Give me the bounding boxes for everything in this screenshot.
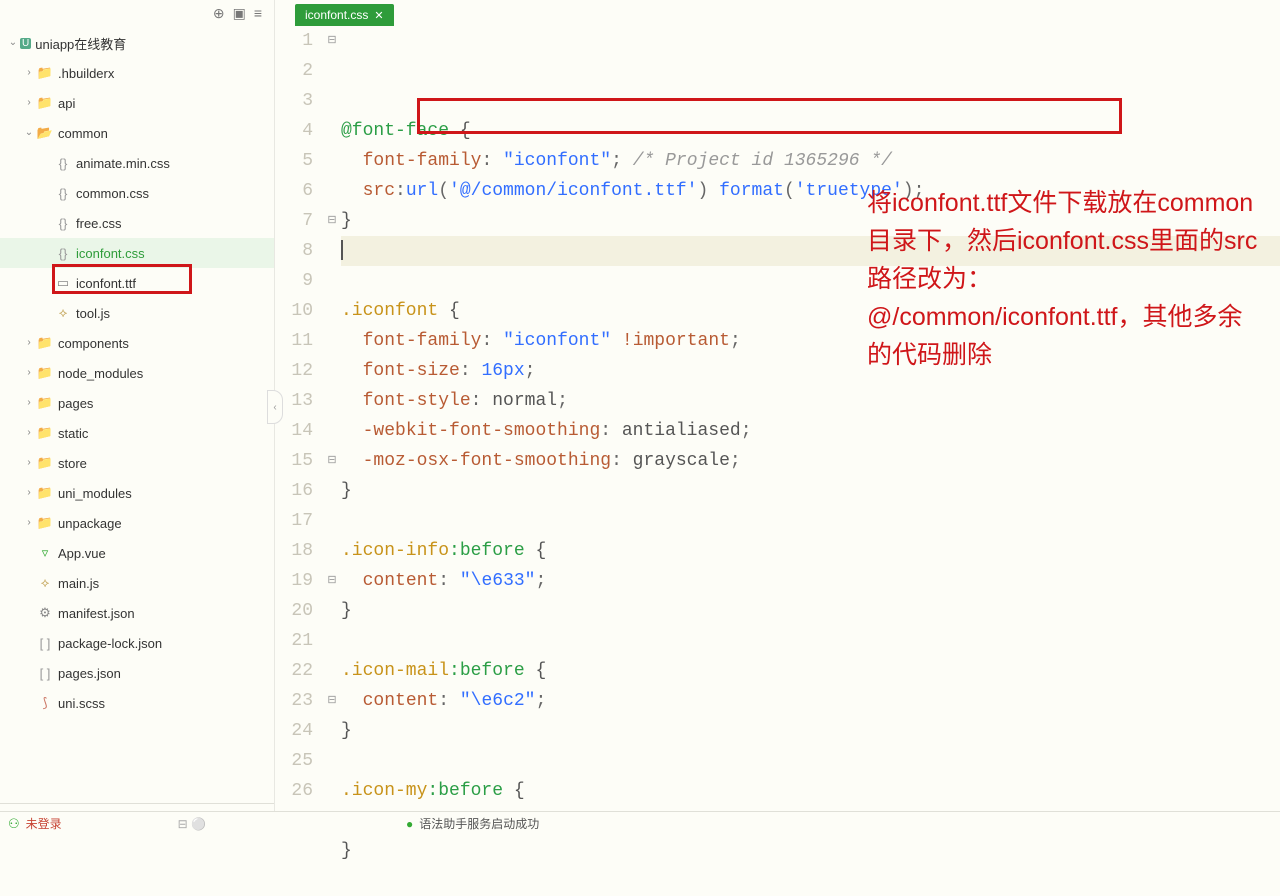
tree-item-tool-js[interactable]: ⟡tool.js xyxy=(0,298,274,328)
sidebar-collapse-handle[interactable]: ‹ xyxy=(267,390,283,424)
user-icon[interactable]: ⚇ xyxy=(8,816,20,832)
tree-item-main-js[interactable]: ⟡main.js xyxy=(0,568,274,598)
add-icon[interactable]: ⊕ xyxy=(213,5,225,22)
status-ok-icon: ● xyxy=(406,817,413,831)
tree-item-pages[interactable]: ›📁pages xyxy=(0,388,274,418)
tree-item-pages-json[interactable]: [ ]pages.json xyxy=(0,658,274,688)
fold-column[interactable]: ⊟⊟⊟⊟⊟ xyxy=(323,26,341,896)
tree-item-iconfont-css[interactable]: {}iconfont.css xyxy=(0,238,274,268)
editor-tabs: iconfont.css ✕ xyxy=(275,0,1280,26)
tree-item--hbuilderx[interactable]: ›📁.hbuilderx xyxy=(0,58,274,88)
login-status[interactable]: 未登录 xyxy=(26,815,62,832)
tree-item-components[interactable]: ›📁components xyxy=(0,328,274,358)
menu-icon[interactable]: ≡ xyxy=(254,5,262,21)
file-explorer-sidebar: ⊕ ▣ ≡ ⌄Uuniapp在线教育›📁.hbuilderx›📁api⌄📂com… xyxy=(0,0,275,835)
tree-item-free-css[interactable]: {}free.css xyxy=(0,208,274,238)
tree-item-package-lock-json[interactable]: [ ]package-lock.json xyxy=(0,628,274,658)
project-root[interactable]: ⌄Uuniapp在线教育 xyxy=(0,28,274,58)
tree-item-app-vue[interactable]: ▿App.vue xyxy=(0,538,274,568)
tree-item-unpackage[interactable]: ›📁unpackage xyxy=(0,508,274,538)
status-message: 语法助手服务启动成功 xyxy=(419,815,539,832)
line-gutter: 1234567891011121314151617181920212223242… xyxy=(275,26,323,896)
sidebar-toolbar: ⊕ ▣ ≡ xyxy=(0,0,274,26)
tree-item-api[interactable]: ›📁api xyxy=(0,88,274,118)
file-tree[interactable]: ⌄Uuniapp在线教育›📁.hbuilderx›📁api⌄📂common{}a… xyxy=(0,26,274,803)
tree-item-node-modules[interactable]: ›📁node_modules xyxy=(0,358,274,388)
close-icon[interactable]: ✕ xyxy=(374,9,383,22)
panel-icon[interactable]: ▣ xyxy=(233,5,246,22)
tab-iconfont-css[interactable]: iconfont.css ✕ xyxy=(295,4,394,26)
tree-item-common-css[interactable]: {}common.css xyxy=(0,178,274,208)
tree-item-manifest-json[interactable]: ⚙manifest.json xyxy=(0,598,274,628)
tree-item-static[interactable]: ›📁static xyxy=(0,418,274,448)
code-editor[interactable]: 1234567891011121314151617181920212223242… xyxy=(275,26,1280,896)
tree-item-uni-modules[interactable]: ›📁uni_modules xyxy=(0,478,274,508)
tree-item-common[interactable]: ⌄📂common xyxy=(0,118,274,148)
editor-area: iconfont.css ✕ 1234567891011121314151617… xyxy=(275,0,1280,835)
status-bar: ⚇ 未登录 ⊟ ⚪ ● 语法助手服务启动成功 xyxy=(0,811,1280,835)
divider-icon: ⊟ ⚪ xyxy=(178,817,206,831)
tab-label: iconfont.css xyxy=(305,8,368,22)
code-content[interactable]: @font-face { font-family: "iconfont"; /*… xyxy=(341,26,1280,896)
tree-item-animate-min-css[interactable]: {}animate.min.css xyxy=(0,148,274,178)
tree-item-uni-scss[interactable]: ⟆uni.scss xyxy=(0,688,274,718)
tree-item-store[interactable]: ›📁store xyxy=(0,448,274,478)
tree-item-iconfont-ttf[interactable]: ▭iconfont.ttf xyxy=(0,268,274,298)
